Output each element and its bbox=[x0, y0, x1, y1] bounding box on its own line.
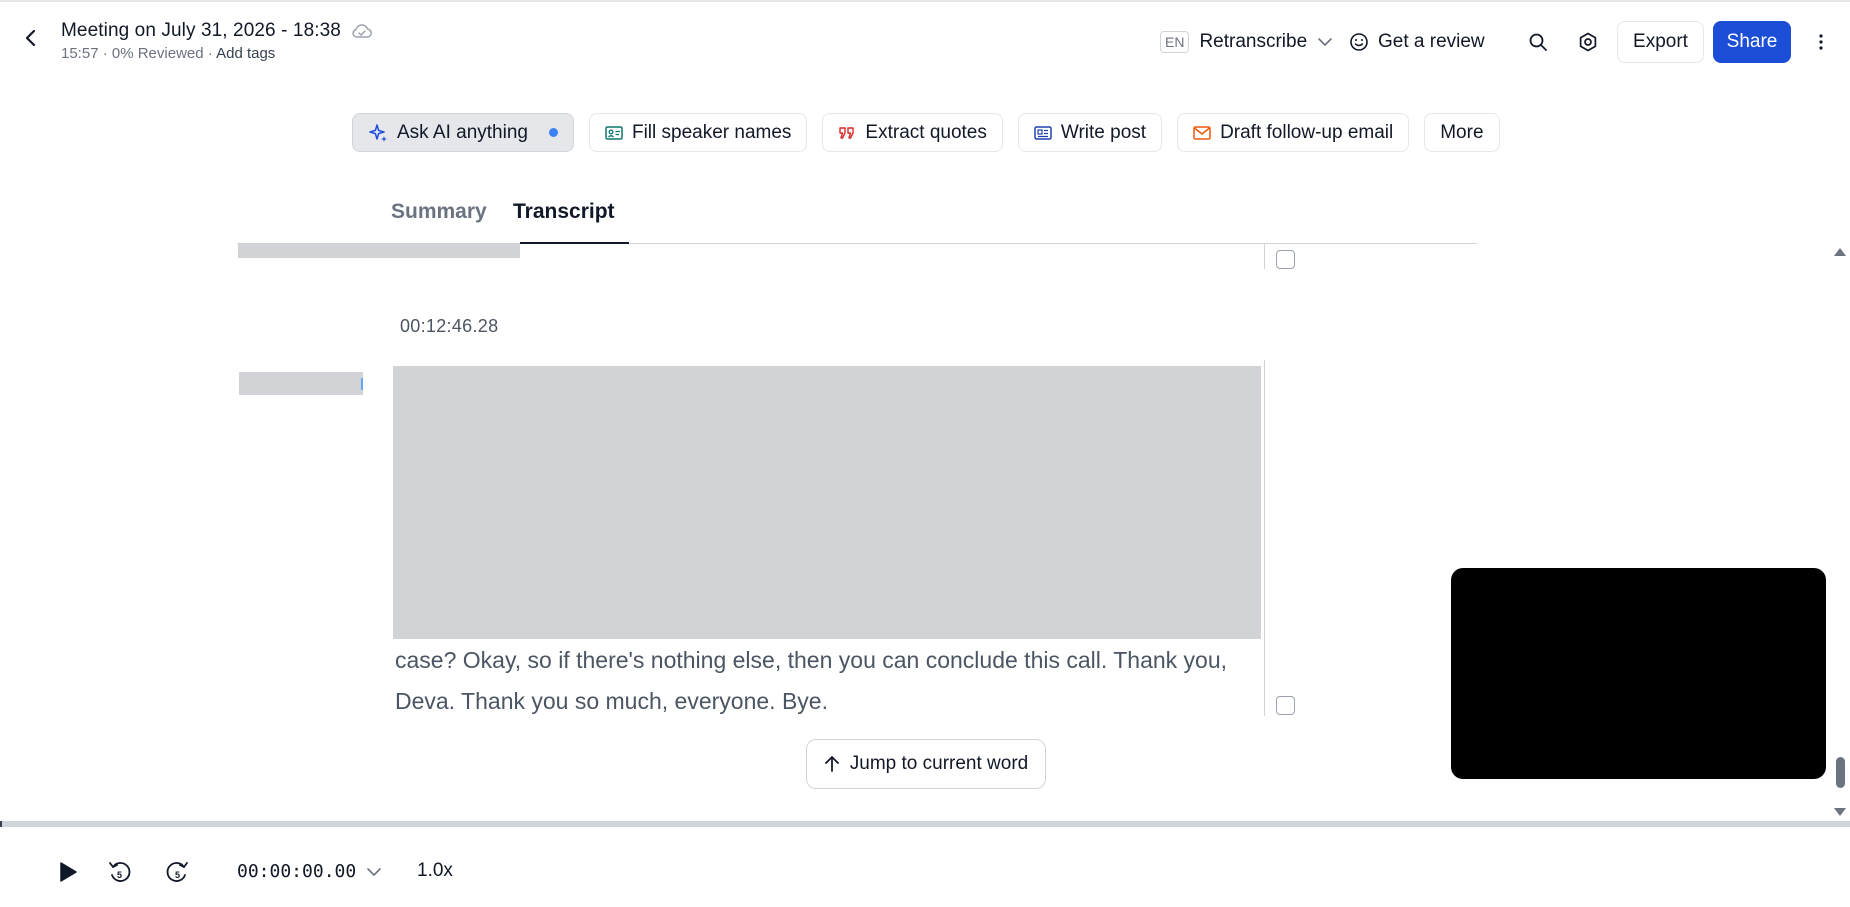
cloud-saved-icon bbox=[352, 24, 372, 38]
draft-follow-up-email-label: Draft follow-up email bbox=[1220, 121, 1394, 143]
fill-speaker-names-button[interactable]: Fill speaker names bbox=[588, 113, 808, 152]
language-badge: EN bbox=[1160, 31, 1190, 53]
chevron-down-icon bbox=[367, 867, 382, 876]
smile-icon bbox=[1350, 33, 1368, 51]
svg-text:5: 5 bbox=[175, 870, 180, 880]
redacted-speaker-label[interactable] bbox=[239, 372, 363, 395]
scrollbar-thumb[interactable] bbox=[1836, 757, 1845, 788]
add-tags-link[interactable]: Add tags bbox=[216, 45, 275, 62]
search-icon bbox=[1529, 33, 1547, 51]
write-post-button[interactable]: Write post bbox=[1017, 113, 1163, 152]
gear-icon bbox=[1579, 32, 1597, 52]
meta-text: 15:57 · 0% Reviewed · bbox=[61, 45, 217, 62]
transcript-paragraph[interactable]: case? Okay, so if there's nothing else, … bbox=[395, 640, 1265, 722]
header: Meeting on July 31, 2026 - 18:38 15:57 ·… bbox=[0, 0, 1850, 86]
jump-to-current-word-label: Jump to current word bbox=[849, 753, 1029, 774]
settings-button[interactable] bbox=[1574, 28, 1602, 56]
segment-timestamp[interactable]: 00:12:46.28 bbox=[400, 316, 498, 337]
jump-to-current-word-button[interactable]: Jump to current word bbox=[806, 739, 1046, 789]
segment-review-checkbox[interactable] bbox=[1276, 696, 1295, 715]
search-button[interactable] bbox=[1524, 28, 1552, 56]
media-player: 5 5 00:00:00.00 1.0x bbox=[0, 827, 1850, 907]
retranscribe-button[interactable]: EN Retranscribe bbox=[1160, 21, 1333, 63]
redacted-speaker-name bbox=[238, 244, 520, 258]
more-vertical-icon bbox=[1819, 34, 1823, 50]
play-icon bbox=[60, 862, 77, 882]
view-tabs: Summary Transcript bbox=[237, 196, 1477, 244]
chevron-down-icon bbox=[1318, 38, 1332, 47]
page-title[interactable]: Meeting on July 31, 2026 - 18:38 bbox=[61, 20, 341, 42]
segment-review-checkbox[interactable] bbox=[1276, 250, 1295, 269]
draft-follow-up-email-button[interactable]: Draft follow-up email bbox=[1177, 113, 1410, 152]
current-time: 00:00:00.00 bbox=[237, 861, 357, 882]
get-review-label: Get a review bbox=[1378, 31, 1485, 52]
tab-transcript[interactable]: Transcript bbox=[513, 200, 615, 224]
svg-text:5: 5 bbox=[117, 870, 122, 880]
sparkle-icon bbox=[369, 123, 387, 142]
get-review-button[interactable]: Get a review bbox=[1349, 21, 1485, 63]
forward-5-button[interactable]: 5 bbox=[162, 857, 192, 887]
redacted-transcript-text bbox=[393, 366, 1261, 639]
newspaper-icon bbox=[1034, 125, 1052, 140]
more-options-button[interactable] bbox=[1807, 28, 1835, 56]
ai-toolbar: Ask AI anything Fill speaker names Extra… bbox=[352, 113, 1500, 152]
tab-summary[interactable]: Summary bbox=[391, 200, 487, 224]
scroll-down-arrow[interactable] bbox=[1834, 808, 1846, 816]
rewind-5-icon: 5 bbox=[109, 862, 131, 882]
playback-speed-button[interactable]: 1.0x bbox=[417, 860, 453, 882]
speaker-color-marker bbox=[361, 378, 363, 390]
title-block: Meeting on July 31, 2026 - 18:38 15:57 ·… bbox=[61, 20, 373, 62]
status-dot bbox=[548, 128, 558, 137]
id-card-icon bbox=[605, 125, 623, 140]
forward-5-icon: 5 bbox=[166, 862, 188, 882]
play-button[interactable] bbox=[53, 857, 83, 887]
rewind-5-button[interactable]: 5 bbox=[105, 857, 135, 887]
ask-ai-button[interactable]: Ask AI anything bbox=[352, 113, 574, 152]
extract-quotes-button[interactable]: Extract quotes bbox=[822, 113, 1003, 152]
mail-icon bbox=[1193, 125, 1211, 140]
ask-ai-label: Ask AI anything bbox=[397, 121, 528, 143]
extract-quotes-label: Extract quotes bbox=[865, 121, 987, 143]
active-tab-indicator bbox=[520, 242, 629, 244]
back-button[interactable] bbox=[18, 26, 42, 50]
retranscribe-label: Retranscribe bbox=[1199, 31, 1308, 52]
share-button[interactable]: Share bbox=[1713, 21, 1791, 63]
more-button[interactable]: More bbox=[1424, 113, 1500, 152]
arrow-up-icon bbox=[824, 756, 839, 772]
video-preview[interactable] bbox=[1451, 568, 1826, 779]
write-post-label: Write post bbox=[1060, 121, 1147, 143]
meeting-meta: 15:57 · 0% Reviewed · Add tags bbox=[61, 45, 373, 62]
chevron-left-icon bbox=[25, 29, 36, 47]
current-time-dropdown[interactable]: 00:00:00.00 bbox=[237, 861, 382, 882]
scroll-up-arrow[interactable] bbox=[1834, 248, 1846, 256]
quote-icon bbox=[839, 126, 855, 139]
fill-speaker-names-label: Fill speaker names bbox=[631, 121, 792, 143]
segment-divider bbox=[1264, 244, 1265, 269]
export-button[interactable]: Export bbox=[1617, 21, 1704, 63]
